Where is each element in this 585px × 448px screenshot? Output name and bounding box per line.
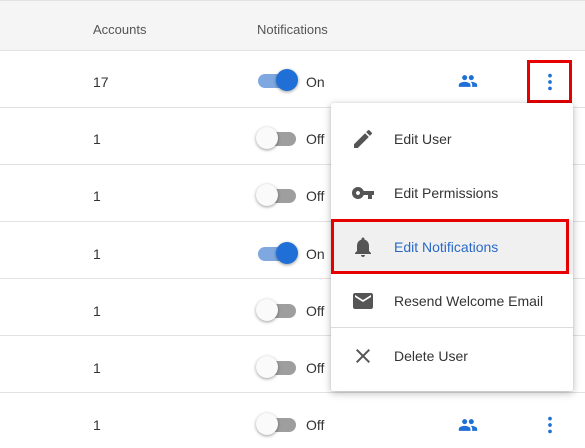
notification-status: Off [306,131,325,147]
notification-toggle[interactable] [256,182,298,208]
table-row: 1 Off [0,393,585,448]
notification-status: Off [306,303,325,319]
accounts-count: 1 [93,303,101,319]
menu-divider [331,327,573,328]
menu-item-delete-user[interactable]: Delete User [331,329,573,383]
notification-status: Off [306,360,325,376]
notification-toggle[interactable] [256,67,298,93]
people-icon[interactable] [455,71,481,91]
accounts-count: 17 [93,74,109,90]
menu-item-edit-permissions[interactable]: Edit Permissions [331,166,573,220]
accounts-count: 1 [93,360,101,376]
menu-item-resend-welcome-email[interactable]: Resend Welcome Email [331,274,573,328]
menu-item-label: Edit Permissions [394,185,499,201]
menu-item-highlight [331,219,569,274]
notification-status: Off [306,417,325,433]
accounts-count: 1 [93,246,101,262]
notification-status: Off [306,188,325,204]
menu-item-label: Delete User [394,348,468,364]
notification-toggle[interactable] [256,125,298,151]
accounts-count: 1 [93,417,101,433]
menu-item-label: Edit User [394,131,452,147]
notification-toggle[interactable] [256,240,298,266]
accounts-column-header: Accounts [93,22,147,37]
kebab-highlight [527,60,572,103]
notification-status: On [306,74,325,90]
notifications-column-header: Notifications [257,22,328,37]
notification-toggle[interactable] [256,297,298,323]
key-icon [352,187,374,199]
notification-toggle[interactable] [256,411,298,437]
accounts-count: 1 [93,188,101,204]
people-icon[interactable] [455,415,481,435]
more-options-icon[interactable] [539,413,561,437]
notification-status: On [306,246,325,262]
accounts-count: 1 [93,131,101,147]
close-icon [356,349,370,363]
envelope-icon [353,293,373,309]
table-row: 17 On [0,51,585,108]
notification-toggle[interactable] [256,354,298,380]
menu-item-edit-user[interactable]: Edit User [331,112,573,166]
table-header: Accounts Notifications [0,0,585,51]
pencil-icon [354,129,373,148]
menu-item-label: Resend Welcome Email [394,293,544,309]
